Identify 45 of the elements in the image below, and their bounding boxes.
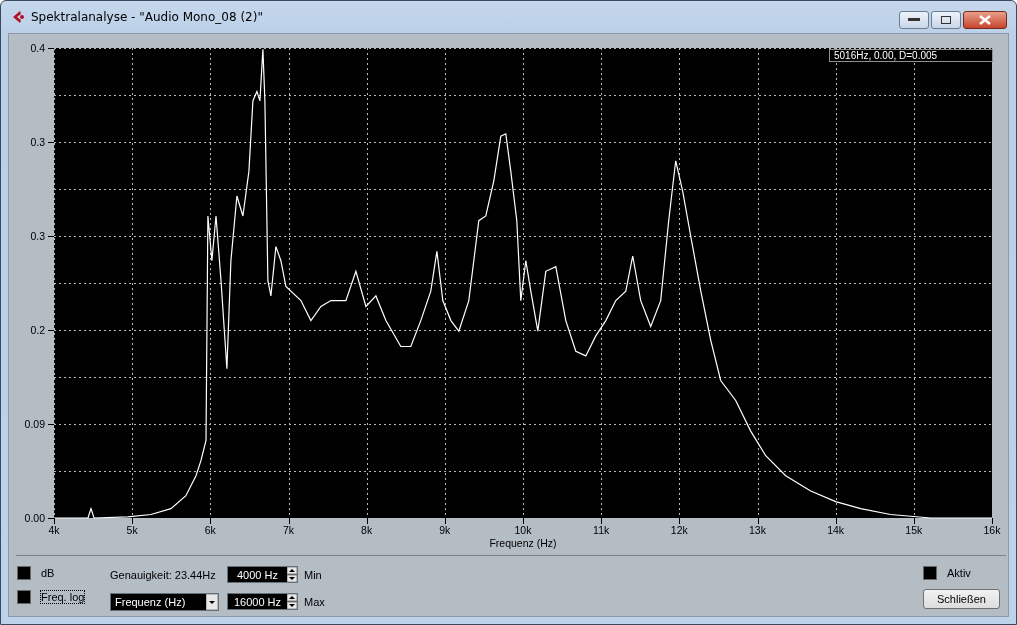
x-tick-label: 8k — [361, 524, 373, 536]
app-logo-icon — [11, 10, 25, 24]
maximize-icon — [941, 16, 951, 24]
x-tick-label: 7k — [282, 524, 295, 536]
x-tick-label: 9k — [439, 524, 451, 536]
x-tick-label: 12k — [670, 524, 688, 536]
maximize-button[interactable] — [931, 11, 961, 29]
checkbox-label: Aktiv — [947, 567, 971, 579]
x-tick-label: 13k — [749, 524, 766, 536]
cursor-readout: 5016Hz, 0.00, D=0.005 — [829, 49, 993, 62]
x-tick-label: 14k — [827, 524, 845, 536]
x-tick-label: 6k — [204, 524, 216, 536]
number-field[interactable]: 16000 Hz — [227, 593, 298, 610]
y-tick-label: 0.00 — [24, 512, 45, 524]
number-field[interactable]: 4000 Hz — [227, 566, 298, 583]
y-tick-label: 0.2 — [30, 324, 45, 336]
window-title: Spektralanalyse - "Audio Mono_08 (2)" — [31, 10, 264, 24]
checkbox-label: Freq. log — [41, 591, 85, 603]
spin-arrows-icon[interactable] — [287, 594, 297, 609]
x-tick-label: 15k — [905, 524, 923, 536]
checkbox-label: dB — [41, 567, 55, 579]
checkbox[interactable] — [17, 590, 31, 604]
y-tick-label: 0.4 — [30, 42, 45, 54]
close-icon — [979, 15, 991, 25]
minimize-icon — [908, 18, 920, 22]
y-tick-label: 0.09 — [24, 418, 45, 430]
close-button[interactable]: Schließen — [923, 589, 1000, 609]
field-label: Max — [304, 595, 325, 608]
accuracy-label: Genauigkeit: 23.44Hz — [110, 567, 217, 583]
spin-arrows-icon[interactable] — [287, 567, 297, 582]
y-tick-label: 0.3 — [30, 136, 45, 148]
x-tick-label: 11k — [593, 524, 610, 536]
close-window-button[interactable] — [963, 11, 1007, 29]
checkbox[interactable] — [17, 566, 31, 580]
x-axis-title: Frequenz (Hz) — [489, 537, 557, 549]
dropdown-arrow-icon — [206, 594, 218, 610]
x-tick-label: 10k — [514, 524, 532, 536]
checkbox[interactable] — [923, 566, 937, 580]
field-label: Min — [304, 568, 322, 581]
x-tick-label: 5k — [126, 524, 138, 536]
x-tick-label: 16k — [983, 524, 1001, 536]
x-tick-label: 4k — [48, 524, 60, 536]
minimize-button[interactable] — [899, 11, 929, 29]
display-dropdown[interactable]: Frequenz (Hz) — [110, 593, 219, 611]
y-tick-label: 0.3 — [30, 230, 45, 242]
